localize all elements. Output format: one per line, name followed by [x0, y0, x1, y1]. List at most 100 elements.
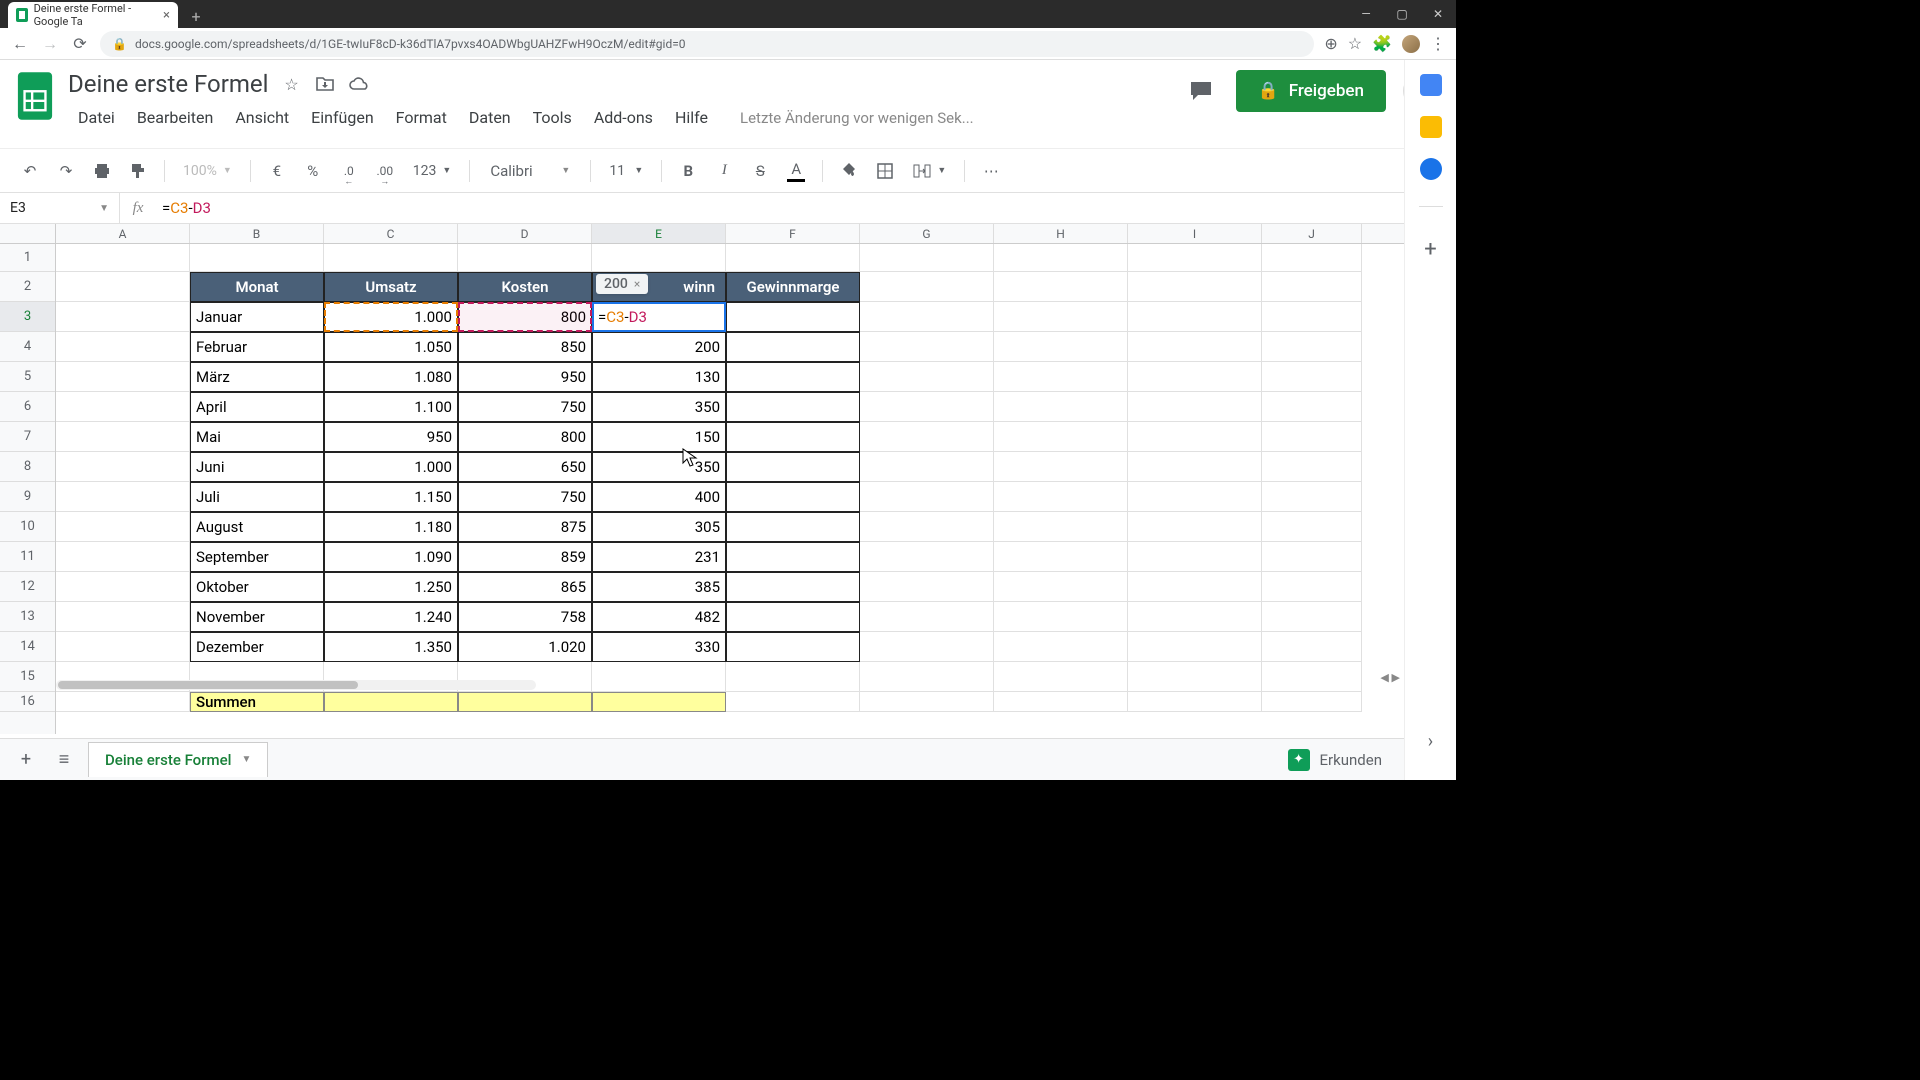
summen-label[interactable]: Summen — [190, 692, 324, 712]
col-header-d[interactable]: D — [458, 224, 592, 243]
zoom-icon[interactable]: ⊕ — [1324, 34, 1337, 53]
row-header-1[interactable]: 1 — [0, 244, 55, 272]
header-monat[interactable]: Monat — [190, 272, 324, 302]
sheet-nav-arrows[interactable]: ◀ ▶ — [1380, 671, 1400, 684]
col-header-b[interactable]: B — [190, 224, 324, 243]
active-cell-editor[interactable]: =C3-D3 — [592, 302, 726, 332]
fill-color-button[interactable] — [833, 155, 865, 187]
all-sheets-button[interactable]: ≡ — [50, 746, 78, 774]
menu-datei[interactable]: Datei — [68, 104, 125, 131]
col-header-i[interactable]: I — [1128, 224, 1262, 243]
italic-button[interactable]: I — [708, 155, 740, 187]
row-header-5[interactable]: 5 — [0, 362, 55, 392]
select-all-corner[interactable] — [0, 224, 56, 243]
percent-button[interactable]: % — [297, 155, 329, 187]
row-header-3[interactable]: 3 — [0, 302, 55, 332]
redo-button[interactable]: ↷ — [50, 155, 82, 187]
get-addons-button[interactable]: + — [1424, 237, 1436, 262]
font-size-select[interactable]: 11▼ — [601, 163, 651, 179]
row-header-15[interactable]: 15 — [0, 662, 55, 692]
strikethrough-button[interactable]: S — [744, 155, 776, 187]
header-kosten[interactable]: Kosten — [458, 272, 592, 302]
paint-format-button[interactable] — [122, 155, 154, 187]
row-header-14[interactable]: 14 — [0, 632, 55, 662]
menu-einfuegen[interactable]: Einfügen — [301, 104, 384, 131]
comments-button[interactable] — [1184, 74, 1218, 108]
add-sheet-button[interactable]: + — [12, 746, 40, 774]
col-header-c[interactable]: C — [324, 224, 458, 243]
row-header-11[interactable]: 11 — [0, 542, 55, 572]
spreadsheet-grid[interactable]: A B C D E F G H I J 1 2 3 4 5 6 7 8 9 10 — [0, 224, 1456, 734]
col-header-h[interactable]: H — [994, 224, 1128, 243]
row-header-12[interactable]: 12 — [0, 572, 55, 602]
bold-button[interactable]: B — [672, 155, 704, 187]
minimize-button[interactable]: — — [1348, 0, 1384, 28]
number-format-select[interactable]: 123▼ — [405, 163, 460, 179]
explore-button[interactable]: Erkunden — [1288, 749, 1392, 771]
back-button[interactable]: ← — [10, 34, 30, 54]
borders-button[interactable] — [869, 155, 901, 187]
calendar-addon-icon[interactable] — [1420, 74, 1442, 96]
row-header-8[interactable]: 8 — [0, 452, 55, 482]
row-header-7[interactable]: 7 — [0, 422, 55, 452]
sheet-tab-menu-icon[interactable]: ▼ — [241, 754, 251, 765]
column-headers[interactable]: A B C D E F G H I J — [0, 224, 1456, 244]
move-icon[interactable] — [314, 73, 336, 95]
row-header-4[interactable]: 4 — [0, 332, 55, 362]
zoom-select[interactable]: 100%▼ — [175, 163, 240, 179]
merge-button[interactable]: ▼ — [905, 164, 954, 178]
row-headers[interactable]: 1 2 3 4 5 6 7 8 9 10 11 12 13 14 15 16 — [0, 244, 56, 734]
menu-hilfe[interactable]: Hilfe — [665, 104, 718, 131]
url-input[interactable]: 🔒 docs.google.com/spreadsheets/d/1GE-twI… — [100, 31, 1314, 57]
undo-button[interactable]: ↶ — [14, 155, 46, 187]
row-header-2[interactable]: 2 — [0, 272, 55, 302]
hide-sidepanel-button[interactable]: › — [1428, 731, 1433, 752]
horizontal-scrollbar[interactable] — [56, 680, 536, 690]
close-tab-icon[interactable]: × — [163, 8, 170, 23]
more-toolbar-button[interactable]: ⋯ — [975, 155, 1007, 187]
text-color-button[interactable]: A — [780, 155, 812, 187]
menu-addons[interactable]: Add-ons — [584, 104, 663, 131]
currency-button[interactable]: € — [261, 155, 293, 187]
decrease-decimal-button[interactable]: .0← — [333, 155, 365, 187]
keep-addon-icon[interactable] — [1420, 116, 1442, 138]
share-button[interactable]: 🔒 Freigeben — [1236, 70, 1386, 112]
new-tab-button[interactable]: + — [184, 4, 208, 28]
close-preview-icon[interactable]: × — [634, 277, 640, 291]
row-header-6[interactable]: 6 — [0, 392, 55, 422]
col-header-f[interactable]: F — [726, 224, 860, 243]
sheets-logo[interactable] — [16, 70, 54, 122]
close-window-button[interactable]: ✕ — [1420, 0, 1456, 28]
tasks-addon-icon[interactable] — [1420, 158, 1442, 180]
row-header-9[interactable]: 9 — [0, 482, 55, 512]
name-box[interactable]: E3 ▼ — [0, 193, 120, 223]
print-button[interactable] — [86, 155, 118, 187]
sheet-tab-active[interactable]: Deine erste Formel ▼ — [88, 742, 268, 777]
col-header-g[interactable]: G — [860, 224, 994, 243]
browser-tab[interactable]: Deine erste Formel - Google Ta × — [8, 2, 178, 28]
formula-input[interactable]: =C3-D3 — [156, 199, 1456, 217]
maximize-button[interactable]: ▢ — [1384, 0, 1420, 28]
extensions-icon[interactable]: 🧩 — [1372, 34, 1392, 53]
col-header-e[interactable]: E — [592, 224, 726, 243]
header-umsatz[interactable]: Umsatz — [324, 272, 458, 302]
font-select[interactable]: Calibri▼ — [480, 162, 580, 180]
bookmark-icon[interactable]: ☆ — [1348, 34, 1362, 53]
profile-ext-icon[interactable] — [1402, 35, 1420, 53]
row-header-16[interactable]: 16 — [0, 692, 55, 712]
menu-ansicht[interactable]: Ansicht — [225, 104, 299, 131]
menu-bearbeiten[interactable]: Bearbeiten — [127, 104, 224, 131]
row-header-13[interactable]: 13 — [0, 602, 55, 632]
doc-title[interactable]: Deine erste Formel — [68, 70, 268, 98]
star-icon[interactable]: ☆ — [280, 73, 302, 95]
menu-tools[interactable]: Tools — [523, 104, 582, 131]
cloud-status-icon[interactable] — [348, 73, 370, 95]
last-edit-text[interactable]: Letzte Änderung vor wenigen Sek... — [730, 105, 984, 131]
menu-format[interactable]: Format — [386, 104, 457, 131]
forward-button[interactable]: → — [40, 34, 60, 54]
cells-area[interactable]: Monat Umsatz Kosten winn Gewinnmarge Jan… — [56, 244, 1456, 734]
col-header-j[interactable]: J — [1262, 224, 1362, 243]
increase-decimal-button[interactable]: .00→ — [369, 155, 401, 187]
col-header-a[interactable]: A — [56, 224, 190, 243]
menu-daten[interactable]: Daten — [459, 104, 521, 131]
